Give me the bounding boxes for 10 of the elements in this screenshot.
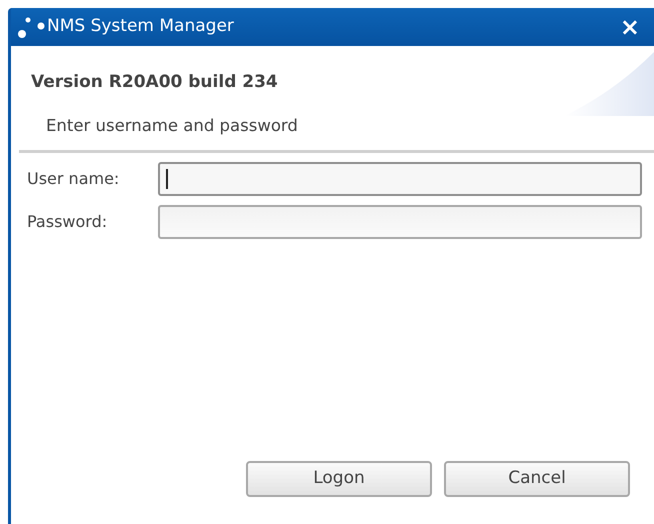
window-title: NMS System Manager <box>47 15 235 38</box>
dialog-button[interactable]: Cancel <box>444 461 630 497</box>
close-button[interactable]: × <box>616 15 644 39</box>
version-label: Version R20A00 build 234 <box>31 71 278 94</box>
field-label: Password: <box>27 211 108 233</box>
input-field[interactable] <box>158 162 642 196</box>
field-label: User name: <box>27 168 120 190</box>
instruction-text: Enter username and password <box>46 115 298 137</box>
dialog-button[interactable]: Logon <box>246 461 432 497</box>
input-field[interactable] <box>158 205 642 239</box>
